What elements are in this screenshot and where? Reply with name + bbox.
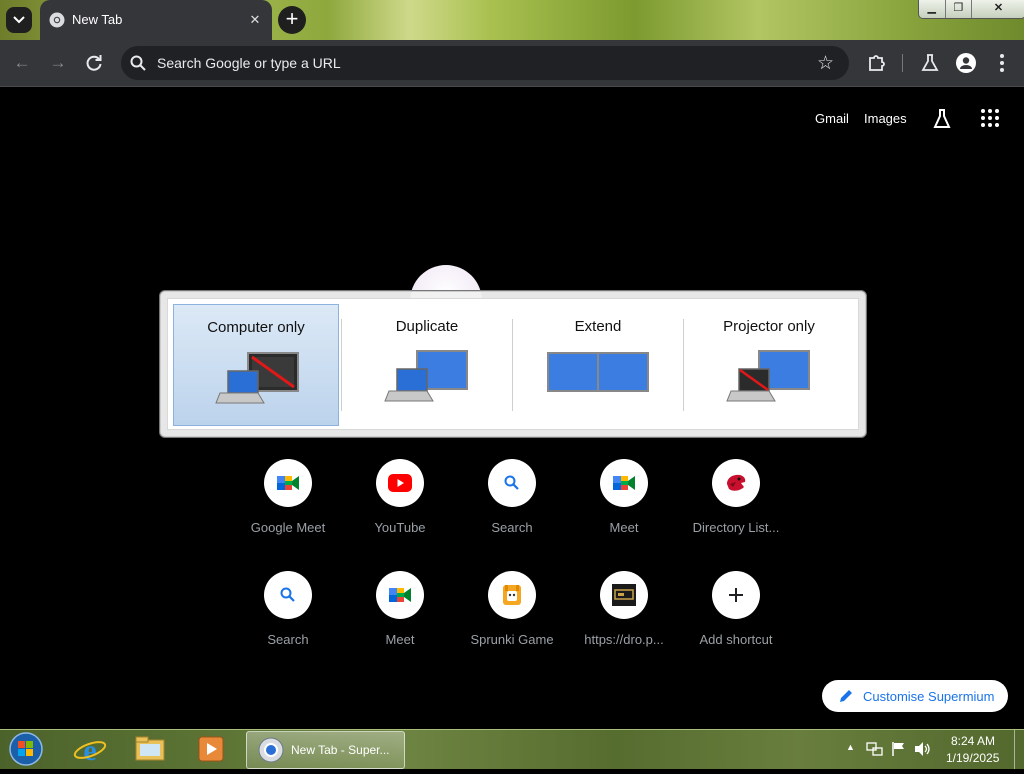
shortcut-label: Meet: [385, 632, 415, 647]
show-desktop-button[interactable]: [1014, 730, 1024, 769]
supermium-icon: [258, 737, 284, 763]
minimize-button[interactable]: ▁: [919, 0, 945, 18]
clock-date[interactable]: 1/19/2025: [946, 751, 999, 765]
extend-monitors-icon: [547, 352, 649, 392]
shortcut-label: Google Meet: [250, 520, 326, 535]
sprunki-icon: [488, 571, 536, 619]
omnibox[interactable]: Search Google or type a URL ☆: [121, 46, 849, 80]
option-separator: [341, 319, 342, 411]
plus-icon: [712, 571, 760, 619]
option-projector-only[interactable]: Projector only: [685, 299, 853, 429]
profile-icon[interactable]: [954, 51, 978, 75]
new-tab-button[interactable]: +: [278, 6, 306, 34]
taskbar: e New Tab - Super... ▲ 8:24 AM 1/19/2025: [0, 729, 1024, 769]
google-meet-icon: [600, 459, 648, 507]
option-separator: [512, 319, 513, 411]
reload-icon[interactable]: [83, 52, 105, 74]
option-separator: [683, 319, 684, 411]
google-apps-icon[interactable]: [980, 108, 1000, 128]
laptop-with-disabled-monitor-icon: [215, 352, 299, 404]
images-link[interactable]: Images: [864, 111, 907, 126]
option-duplicate[interactable]: Duplicate: [343, 299, 511, 429]
volume-icon[interactable]: [914, 741, 932, 757]
forward-icon[interactable]: →: [47, 52, 69, 74]
window-controls: ▁ ❐ ✕: [918, 0, 1024, 19]
shortcut-tile[interactable]: Google Meet: [232, 459, 344, 563]
search-icon: [488, 459, 536, 507]
google-meet-icon: [264, 459, 312, 507]
taskbar-item-label: New Tab - Super...: [291, 743, 390, 757]
pencil-icon: [840, 690, 852, 702]
bookmark-star-icon[interactable]: ☆: [817, 52, 834, 75]
file-explorer-icon[interactable]: [132, 732, 168, 766]
start-button[interactable]: [6, 730, 46, 769]
toolbar-divider: [902, 54, 903, 72]
tab-new-tab[interactable]: New Tab ✕: [40, 0, 272, 40]
network-icon[interactable]: [866, 741, 884, 757]
shortcut-tile[interactable]: Search: [456, 459, 568, 563]
shortcut-label: Search: [491, 520, 533, 535]
omnibox-placeholder: Search Google or type a URL: [157, 55, 341, 71]
tab-close-icon[interactable]: ✕: [247, 12, 263, 28]
search-icon: [130, 55, 146, 71]
shortcut-tile[interactable]: YouTube: [344, 459, 456, 563]
option-extend[interactable]: Extend: [514, 299, 682, 429]
display-switcher-dialog: Computer only Duplicate Extend Projector…: [159, 290, 867, 438]
shortcut-tile[interactable]: https://dro.p...: [568, 571, 680, 675]
google-meet-icon: [376, 571, 424, 619]
laptop-disabled-projector-icon: [726, 350, 810, 402]
shortcut-label: Add shortcut: [699, 632, 773, 647]
svg-text:e: e: [83, 734, 96, 766]
customise-button[interactable]: Customise Supermium: [822, 680, 1008, 712]
red-bird-icon: [712, 459, 760, 507]
action-center-flag-icon[interactable]: [891, 741, 907, 757]
shortcut-label: YouTube: [374, 520, 426, 535]
shortcut-tile[interactable]: Sprunki Game: [456, 571, 568, 675]
tab-search-button[interactable]: [6, 7, 32, 33]
shortcut-label: Sprunki Game: [470, 632, 554, 647]
windows-orb-icon: [9, 732, 43, 766]
gmail-link[interactable]: Gmail: [815, 111, 849, 126]
taskbar-item-browser[interactable]: New Tab - Super...: [246, 731, 405, 769]
shortcut-label: Search: [267, 632, 309, 647]
browser-toolbar: ← → Search Google or type a URL ☆: [0, 40, 1024, 87]
shortcut-tile[interactable]: Meet: [344, 571, 456, 675]
shortcut-tile[interactable]: Directory List...: [680, 459, 792, 563]
show-hidden-icons[interactable]: ▲: [846, 742, 855, 752]
laptop-duplicate-icon: [384, 350, 468, 402]
menu-icon[interactable]: [990, 51, 1014, 75]
display-switcher-panel: Computer only Duplicate Extend Projector…: [167, 298, 859, 430]
internet-explorer-icon[interactable]: e: [72, 732, 108, 766]
back-icon[interactable]: ←: [11, 52, 33, 74]
option-label: Projector only: [723, 318, 815, 335]
chrome-favicon: [49, 12, 65, 28]
add-shortcut-button[interactable]: Add shortcut: [680, 571, 792, 675]
shortcut-tile[interactable]: Search: [232, 571, 344, 675]
clock-time[interactable]: 8:24 AM: [951, 734, 995, 748]
shortcut-label: Meet: [609, 520, 639, 535]
title-bar: New Tab ✕ + ▁ ❐ ✕: [0, 0, 1024, 40]
media-player-icon[interactable]: [194, 732, 228, 766]
shortcut-label: https://dro.p...: [584, 632, 664, 647]
close-window-button[interactable]: ✕: [971, 0, 1024, 18]
option-label: Computer only: [207, 319, 305, 336]
maximize-button[interactable]: ❐: [944, 0, 972, 18]
shortcut-label: Directory List...: [692, 520, 780, 535]
tab-title: New Tab: [72, 12, 123, 27]
shortcut-tile[interactable]: Meet: [568, 459, 680, 563]
search-icon: [264, 571, 312, 619]
extensions-icon[interactable]: [865, 51, 889, 75]
site-thumbnail-icon: [600, 571, 648, 619]
option-label: Extend: [574, 318, 622, 335]
option-computer-only[interactable]: Computer only: [173, 304, 339, 426]
labs-flask-icon[interactable]: [930, 107, 954, 131]
option-label: Duplicate: [395, 318, 459, 335]
youtube-icon: [376, 459, 424, 507]
chevron-down-icon: [13, 16, 25, 24]
labs-icon[interactable]: [918, 51, 942, 75]
customise-label: Customise Supermium: [863, 689, 995, 704]
